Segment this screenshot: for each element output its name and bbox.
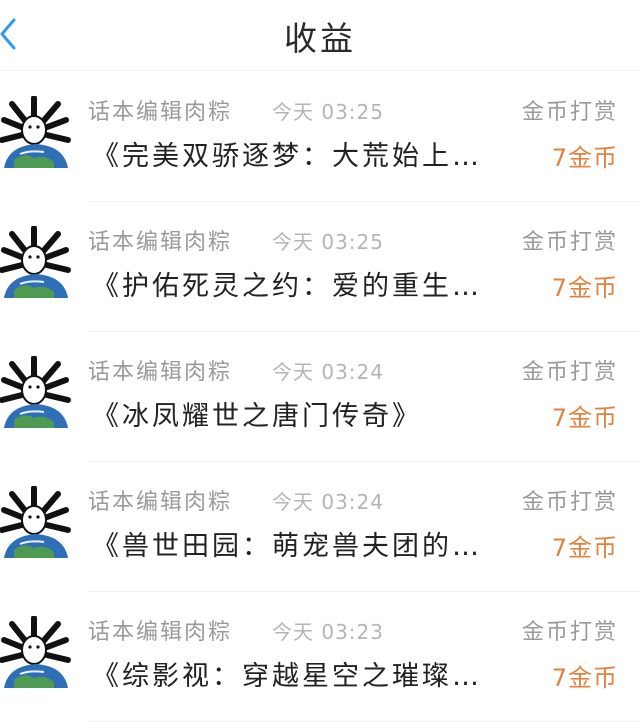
reward-type: 金币打赏 xyxy=(521,100,618,125)
sender-name: 话本编辑肉粽 xyxy=(88,230,233,255)
avatar xyxy=(0,616,71,688)
reward-type: 金币打赏 xyxy=(521,490,618,515)
list-item[interactable]: 话本编辑肉粽 今天 03:25 金币打赏 《护佑死灵之约：爱的重生… 7金币 xyxy=(0,202,640,332)
list-item[interactable]: 话本编辑肉粽 今天 03:24 金币打赏 《兽世田园：萌宠兽夫团的… 7金币 xyxy=(0,462,640,592)
page-title: 收益 xyxy=(284,19,356,58)
avatar xyxy=(0,96,71,168)
sender-name: 话本编辑肉粽 xyxy=(88,100,233,125)
timestamp: 今天 03:24 xyxy=(272,360,384,384)
top-bar: 收益 xyxy=(0,0,640,71)
book-title: 《兽世田园：萌宠兽夫团的… xyxy=(92,531,482,562)
list-item[interactable]: 话本编辑肉粽 今天 03:25 金币打赏 《完美双骄逐梦：大荒始上… 7金币 xyxy=(0,72,640,202)
book-title: 《综影视：穿越星空之璀璨… xyxy=(92,661,482,692)
list-item[interactable]: 话本编辑肉粽 今天 03:23 金币打赏 《综影视：穿越星空之璀璨… 7金币 xyxy=(0,592,640,722)
coin-amount: 7金币 xyxy=(551,274,618,302)
reward-type: 金币打赏 xyxy=(521,360,618,385)
list-item[interactable]: 话本编辑肉粽 今天 03:24 金币打赏 《冰凤耀世之唐门传奇》 7金币 xyxy=(0,332,640,462)
reward-type: 金币打赏 xyxy=(521,620,618,645)
avatar xyxy=(0,486,71,558)
coin-amount: 7金币 xyxy=(551,664,618,692)
coin-amount: 7金币 xyxy=(551,404,618,432)
coin-amount: 7金币 xyxy=(551,144,618,172)
timestamp: 今天 03:23 xyxy=(272,620,384,644)
sender-name: 话本编辑肉粽 xyxy=(88,360,233,385)
reward-type: 金币打赏 xyxy=(521,230,618,255)
timestamp: 今天 03:25 xyxy=(272,100,384,124)
earnings-list: 话本编辑肉粽 今天 03:25 金币打赏 《完美双骄逐梦：大荒始上… 7金币 话… xyxy=(0,72,640,722)
book-title: 《冰凤耀世之唐门传奇》 xyxy=(92,401,422,432)
coin-amount: 7金币 xyxy=(551,534,618,562)
timestamp: 今天 03:24 xyxy=(272,490,384,514)
sender-name: 话本编辑肉粽 xyxy=(88,620,233,645)
sender-name: 话本编辑肉粽 xyxy=(88,490,233,515)
book-title: 《护佑死灵之约：爱的重生… xyxy=(92,271,482,302)
avatar xyxy=(0,226,71,298)
book-title: 《完美双骄逐梦：大荒始上… xyxy=(92,141,482,172)
timestamp: 今天 03:25 xyxy=(272,230,384,254)
avatar xyxy=(0,356,71,428)
